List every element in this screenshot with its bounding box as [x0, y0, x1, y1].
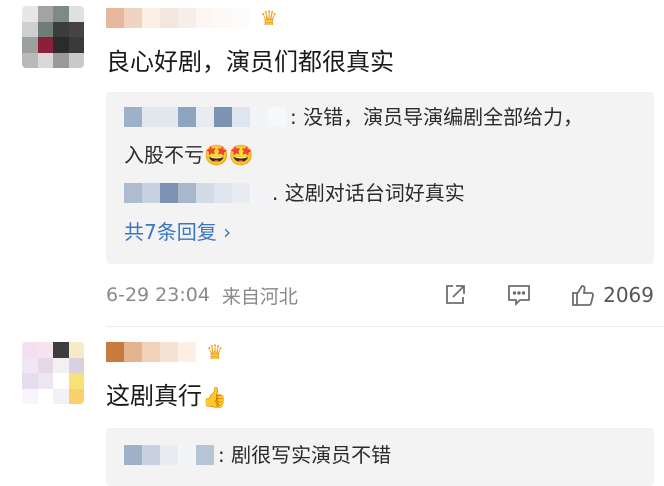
reply-username-blurred[interactable]	[124, 445, 214, 465]
avatar[interactable]	[22, 342, 84, 404]
crown-icon: ♛	[206, 340, 224, 364]
reply-1-text-line2: 入股不亏	[124, 143, 204, 167]
reply-1-text: : 剧很写实演员不错	[218, 443, 392, 467]
comment-2: ♛ 这剧真行👍 : 剧很写实演员不错	[0, 336, 664, 486]
username[interactable]: ♛	[106, 338, 224, 366]
reply-1[interactable]: : 剧很写实演员不错	[124, 440, 391, 470]
comment-meta: 6-29 23:04 来自河北 2069	[106, 280, 654, 310]
comment-1: ♛ 良心好剧，演员们都很真实 : 没错，演员导演编剧全部给力， 入股不亏 🤩🤩 …	[0, 0, 664, 330]
starstruck-emoji-icon: 🤩🤩	[204, 143, 254, 167]
reply-1-text: : 没错，演员导演编剧全部给力，	[290, 105, 584, 129]
reply-2[interactable]: . 这剧对话台词好真实	[124, 178, 465, 208]
comment-text: 这剧真行👍	[106, 380, 227, 413]
reply-1[interactable]: : 没错，演员导演编剧全部给力，	[124, 102, 583, 132]
reply-2-text: . 这剧对话台词好真实	[272, 181, 465, 205]
comment-text-content: 这剧真行	[106, 382, 202, 410]
username[interactable]: ♛	[106, 4, 278, 32]
thumbs-up-emoji-icon: 👍	[202, 385, 227, 409]
comment-actions: 2069	[441, 280, 654, 310]
username-blurred[interactable]	[106, 342, 196, 362]
comment-location: 来自河北	[221, 285, 298, 308]
comment-date: 6-29 23:04	[106, 284, 210, 306]
comment-text: 良心好剧，演员们都很真实	[106, 48, 394, 76]
reply-box[interactable]: : 没错，演员导演编剧全部给力， 入股不亏 🤩🤩 . 这剧对话台词好真实 共7条…	[106, 92, 654, 264]
reply-username-blurred[interactable]	[124, 183, 268, 203]
reply-username-blurred[interactable]	[124, 107, 286, 127]
like-icon[interactable]	[569, 281, 597, 309]
more-replies-link[interactable]: 共7条回复 ›	[124, 218, 231, 246]
reply-1-cont[interactable]: 入股不亏 🤩🤩	[124, 140, 254, 170]
reply-box[interactable]: : 剧很写实演员不错	[106, 428, 654, 486]
username-blurred[interactable]	[106, 8, 250, 28]
share-icon[interactable]	[441, 281, 469, 309]
comment-icon[interactable]	[505, 281, 533, 309]
crown-icon: ♛	[260, 6, 278, 30]
divider	[106, 326, 664, 327]
avatar[interactable]	[22, 6, 84, 68]
like-count: 2069	[603, 283, 654, 307]
